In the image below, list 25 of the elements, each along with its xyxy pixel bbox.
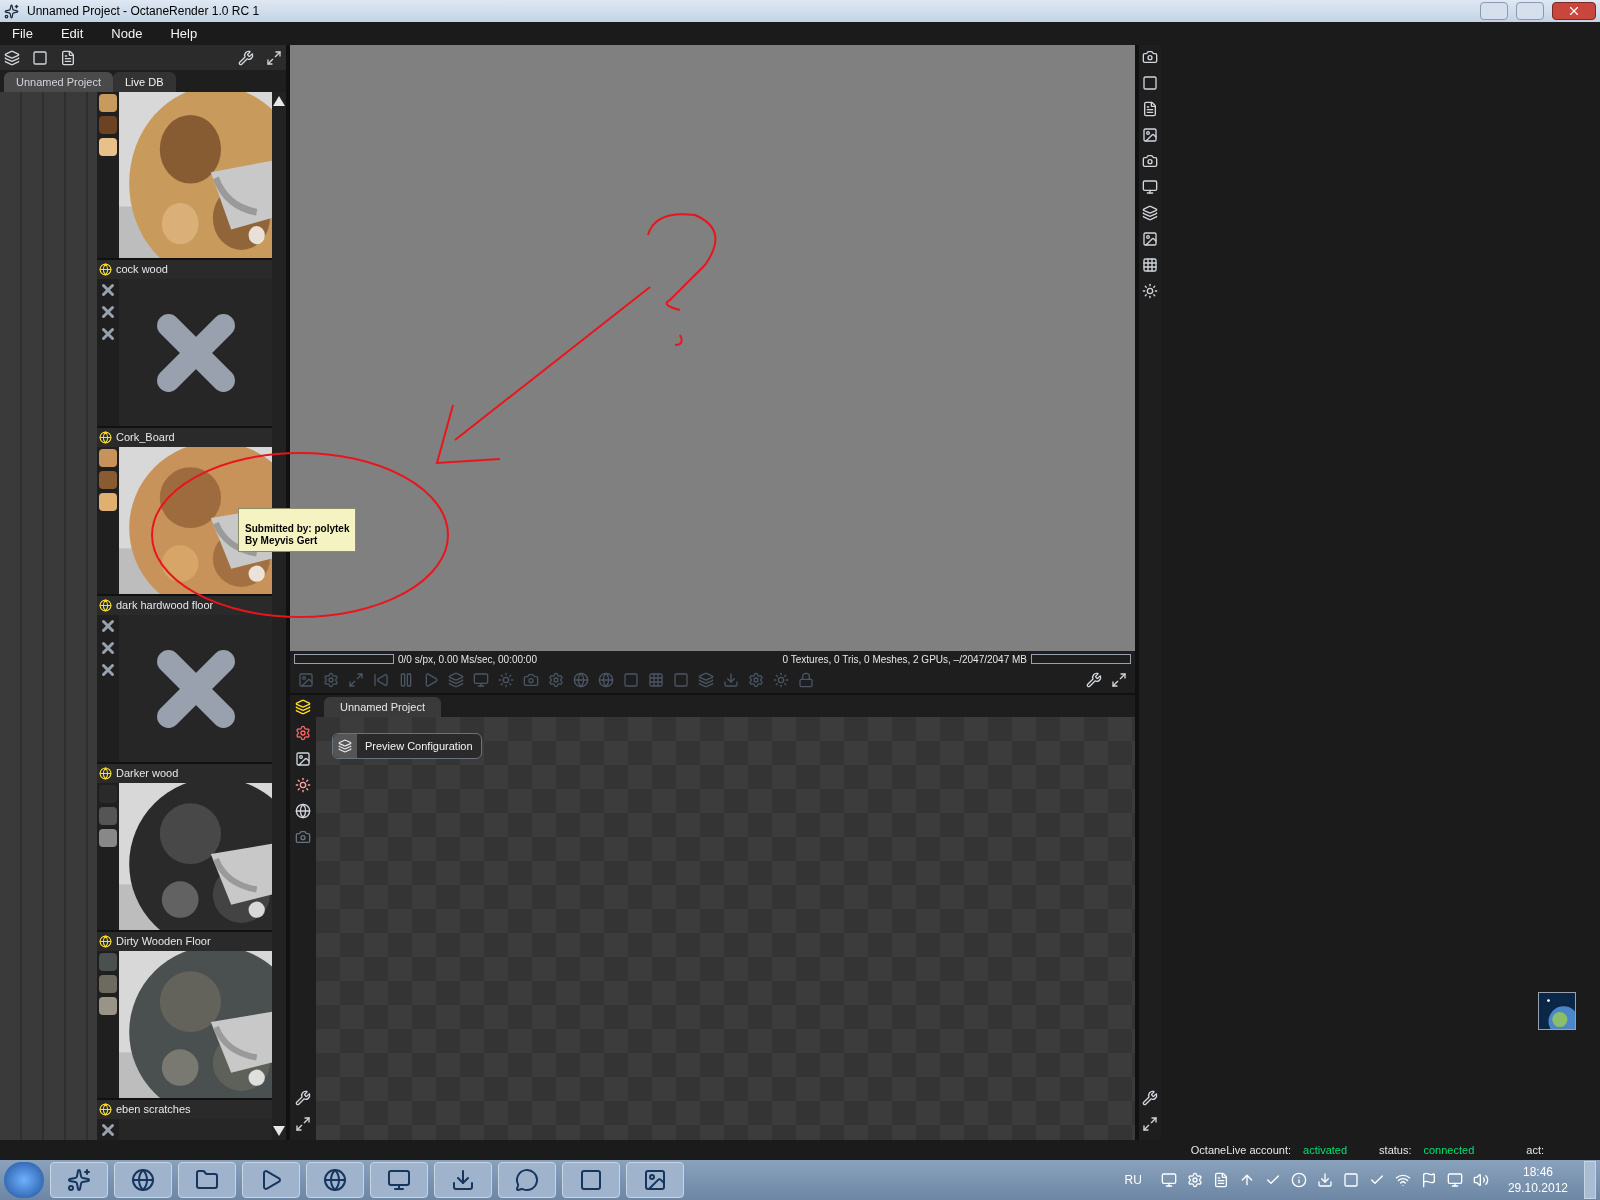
menu-item[interactable]: Help [170,23,198,44]
account-status: activated [1303,1142,1348,1158]
panel-tab[interactable]: Unnamed Project [4,72,113,92]
scene-stats: 0 Textures, 0 Tris, 0 Meshes, 2 GPUs, –/2047/2047 MB [782,652,1027,667]
material-name[interactable]: eben scratches [116,1101,191,1118]
tooltip-line: By Meyvis Gert [245,535,319,547]
status-label: status: [1379,1142,1412,1158]
render-stats: 0/0 s/px, 0.00 Ms/sec, 00:00:00 [398,652,537,667]
graph-tab[interactable]: Unnamed Project [324,697,441,717]
tooltip-line: Submitted by: polytek [245,523,350,535]
material-name[interactable]: Cork_Board [116,429,175,446]
window-title: Unnamed Project - OctaneRender 1.0 RC 1 [27,3,260,20]
act-label: act: [1526,1142,1544,1158]
material-name[interactable]: cock wood [116,261,168,278]
connection-status: connected [1423,1142,1475,1158]
menu-item[interactable]: Edit [60,23,84,44]
menu-item[interactable]: Node [111,23,143,44]
graph-node[interactable]: Preview Configuration [332,733,482,759]
material-name[interactable]: Dirty Wooden Floor [116,933,211,950]
panel-tab[interactable]: Live DB [113,72,176,92]
menu-item[interactable]: File [12,23,33,44]
material-name[interactable]: dark hardwood floor [116,597,214,614]
node-graph-canvas[interactable]: Preview Configuration [316,717,1135,1140]
material-name[interactable]: Darker wood [116,765,179,782]
account-label: OctaneLive account: [1190,1142,1292,1158]
